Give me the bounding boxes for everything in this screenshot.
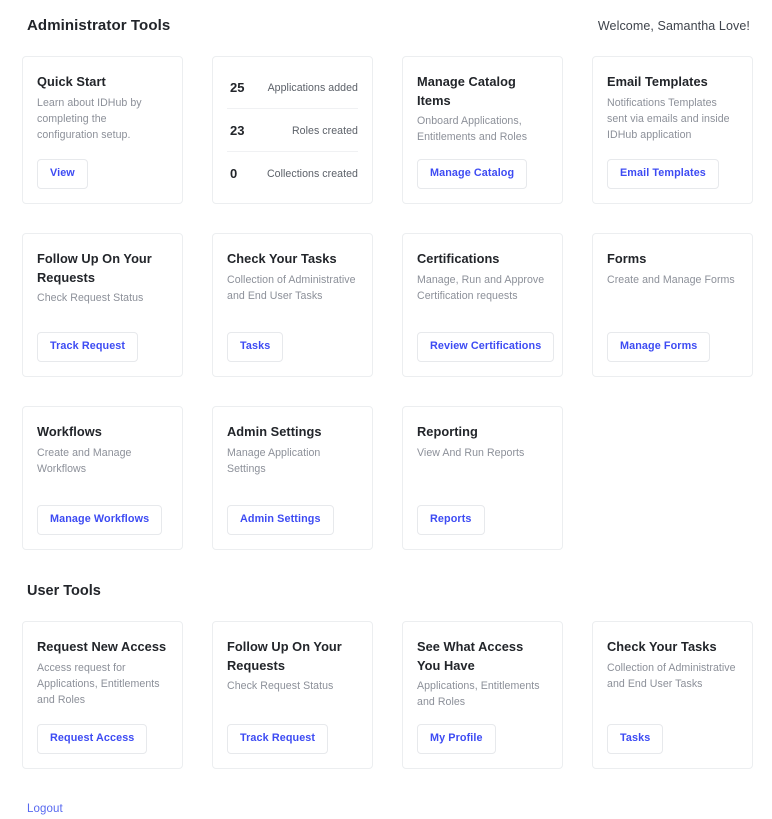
stat-value: 0: [227, 166, 237, 181]
card-description: Learn about IDHub by completing the conf…: [37, 95, 168, 143]
card-spacer: [37, 708, 168, 724]
stat-row: 25Applications added: [227, 66, 358, 108]
card-spacer: [227, 477, 358, 505]
card-title: Follow Up On Your Requests: [37, 250, 168, 287]
card-manage-catalog-items: Manage Catalog ItemsOnboard Applications…: [402, 56, 563, 204]
tasks-button[interactable]: Tasks: [227, 332, 283, 362]
card-spacer: [417, 710, 548, 724]
section-spacer: [0, 550, 772, 583]
view-button[interactable]: View: [37, 159, 88, 189]
request-access-button[interactable]: Request Access: [37, 724, 147, 754]
card-title: See What Access You Have: [417, 638, 548, 675]
stat-label: Applications added: [244, 82, 358, 94]
email-templates-button[interactable]: Email Templates: [607, 159, 719, 189]
card-email-templates: Email Templates Notifications Templates s…: [592, 56, 753, 204]
my-profile-button[interactable]: My Profile: [417, 724, 496, 754]
card-request-new-access: Request New Access Access request for App…: [22, 621, 183, 769]
track-request-button[interactable]: Track Request: [37, 332, 138, 362]
card-description: Check Request Status: [227, 678, 358, 694]
card-spacer: [37, 143, 168, 159]
card-workflows: Workflows Create and Manage Workflows Mana…: [22, 406, 183, 550]
user-tools-heading: User Tools: [0, 583, 772, 599]
card-quick-start: Quick Start Learn about IDHub by completi…: [22, 56, 183, 204]
card-title: Manage Catalog Items: [417, 73, 548, 110]
welcome-message: Welcome, Samantha Love!: [598, 19, 750, 33]
card-spacer: [417, 304, 548, 332]
card-title: Check Your Tasks: [227, 250, 358, 269]
card-description: Collection of Administrative and End Use…: [607, 660, 738, 692]
card-description: Manage, Run and Approve Certification re…: [417, 272, 548, 304]
card-spacer: [37, 306, 168, 332]
page-title: Administrator Tools: [27, 17, 170, 34]
card-spacer: [417, 145, 548, 159]
card-title: Workflows: [37, 423, 168, 442]
card-description: Check Request Status: [37, 290, 168, 306]
card-check-your-tasks: Check Your Tasks Collection of Administra…: [592, 621, 753, 769]
stats-card: 25Applications added23Roles created0Coll…: [212, 56, 373, 204]
card-title: Reporting: [417, 423, 548, 442]
reports-button[interactable]: Reports: [417, 505, 485, 535]
card-description: Collection of Administrative and End Use…: [227, 272, 358, 304]
card-spacer: [227, 304, 358, 332]
card-spacer: [607, 692, 738, 725]
card-follow-up-on-your-requests: Follow Up On Your Requests Check Request …: [22, 233, 183, 377]
card-certifications: Certifications Manage, Run and Approve Ce…: [402, 233, 563, 377]
page-footer: Logout: [0, 769, 772, 817]
card-title: Request New Access: [37, 638, 168, 657]
card-spacer: [607, 288, 738, 332]
card-title: Email Templates: [607, 73, 738, 92]
card-description: Notifications Templates sent via emails …: [607, 95, 738, 143]
card-reporting: Reporting View And Run Reports Reports: [402, 406, 563, 550]
card-description: Create and Manage Workflows: [37, 445, 168, 477]
user-tools-heading-spacer: [0, 599, 772, 621]
card-title: Follow Up On Your Requests: [227, 638, 358, 675]
card-title: Forms: [607, 250, 738, 269]
stat-label: Roles created: [244, 125, 358, 137]
admin-settings-button[interactable]: Admin Settings: [227, 505, 334, 535]
card-see-what-access-you-have: See What Access You HaveApplications, En…: [402, 621, 563, 769]
card-forms: Forms Create and Manage Forms Manage Forms: [592, 233, 753, 377]
logout-link[interactable]: Logout: [27, 803, 63, 815]
card-spacer: [37, 477, 168, 505]
stat-row: 23Roles created: [227, 108, 358, 151]
card-spacer: [227, 694, 358, 724]
stat-value: 25: [227, 80, 244, 95]
card-description: Applications, Entitlements and Roles: [417, 678, 548, 710]
card-description: Access request for Applications, Entitle…: [37, 660, 168, 708]
card-title: Admin Settings: [227, 423, 358, 442]
card-description: Create and Manage Forms: [607, 272, 738, 288]
card-description: Manage Application Settings: [227, 445, 358, 477]
page-header: Administrator Tools Welcome, Samantha Lo…: [0, 0, 772, 34]
card-title: Quick Start: [37, 73, 168, 92]
header-spacer: [0, 34, 772, 56]
dashboard-page: Administrator Tools Welcome, Samantha Lo…: [0, 0, 772, 819]
stat-value: 23: [227, 123, 244, 138]
card-admin-settings: Admin Settings Manage Application Setting…: [212, 406, 373, 550]
manage-forms-button[interactable]: Manage Forms: [607, 332, 710, 362]
track-request-button[interactable]: Track Request: [227, 724, 328, 754]
card-follow-up-on-your-requests: Follow Up On Your Requests Check Request …: [212, 621, 373, 769]
card-description: View And Run Reports: [417, 445, 548, 461]
stat-row: 0Collections created: [227, 151, 358, 194]
user-tools-grid: Request New Access Access request for App…: [0, 621, 772, 769]
card-spacer: [607, 143, 738, 159]
review-certifications-button[interactable]: Review Certifications: [417, 332, 554, 362]
card-check-your-tasks: Check Your Tasks Collection of Administra…: [212, 233, 373, 377]
manage-catalog-button[interactable]: Manage Catalog: [417, 159, 527, 189]
stat-label: Collections created: [237, 168, 358, 180]
manage-workflows-button[interactable]: Manage Workflows: [37, 505, 162, 535]
card-description: Onboard Applications, Entitlements and R…: [417, 113, 548, 145]
card-spacer: [417, 461, 548, 505]
tasks-button[interactable]: Tasks: [607, 724, 663, 754]
card-title: Check Your Tasks: [607, 638, 738, 657]
administrator-tools-grid: Quick Start Learn about IDHub by completi…: [0, 56, 772, 550]
card-title: Certifications: [417, 250, 548, 269]
